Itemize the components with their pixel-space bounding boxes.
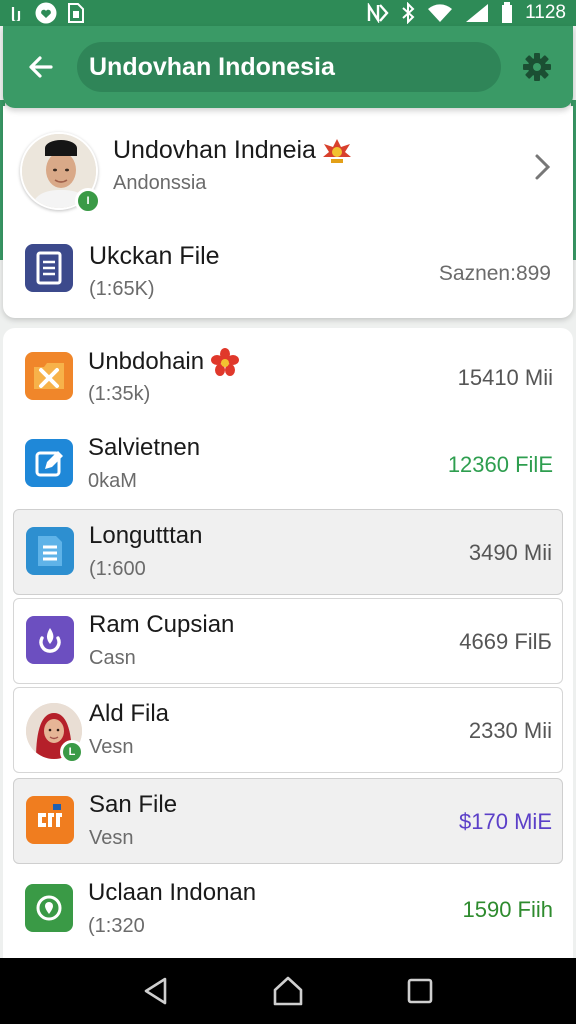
item-subtitle: (1:600 [89, 558, 146, 580]
list-item[interactable]: Longutttan (1:600 3490 Mii [13, 509, 563, 595]
item-title: Uclaan Indonan [88, 879, 257, 906]
settings-button[interactable] [517, 47, 557, 87]
list-doc-icon [26, 527, 74, 575]
page-title-text: Undovhan Indonesia [89, 52, 335, 81]
item-subtitle: (1:320 [88, 915, 145, 937]
list-item[interactable]: Uclaan Indonan (1:320 1590 Fiih [13, 867, 563, 953]
profile-name: Undovhan Indneia [113, 136, 352, 165]
home-nav-button[interactable] [264, 967, 312, 1015]
item-subtitle: Casn [89, 647, 136, 669]
back-nav-icon [144, 977, 167, 1005]
recents-nav-icon [407, 978, 433, 1004]
navigation-bar [0, 958, 576, 1024]
online-status-badge: L [60, 740, 84, 764]
home-nav-icon [273, 976, 303, 1006]
flame-icon [26, 616, 74, 664]
item-title: San File [89, 791, 178, 818]
battery-icon [501, 2, 513, 24]
clock: 1128 [525, 2, 566, 23]
back-nav-button[interactable] [132, 967, 180, 1015]
file-list: Unbdohain (1:35k) 15410 Mii Salvietnen 0… [3, 328, 573, 958]
signal-icon [465, 3, 489, 23]
list-item[interactable]: San File Vesn $170 MiE [13, 778, 563, 864]
code-file-icon [26, 796, 74, 844]
profile-row[interactable]: I Undovhan Indneia Andonssia [3, 126, 573, 226]
item-subtitle: 0kaM [88, 470, 137, 492]
item-value: 12360 FilE [447, 452, 553, 477]
list-item[interactable]: L Ald Fila Vesn 2330 Mii [13, 687, 563, 773]
item-value: $170 MiE [459, 809, 552, 834]
page-title[interactable]: Undovhan Indonesia [77, 42, 501, 92]
pinned-file-row[interactable]: Ukckan File (1:65K) Saznen:899 [3, 234, 573, 314]
edit-icon [25, 439, 73, 487]
item-title: Ram Cupsian [89, 611, 235, 638]
profile-subtitle: Andonssia [113, 172, 207, 194]
item-title: Salvietnen [88, 434, 201, 461]
location-icon [25, 884, 73, 932]
item-value: 4669 FilБ [459, 629, 552, 654]
item-value: 3490 Mii [468, 540, 552, 565]
app-bar: Undovhan Indonesia [3, 26, 573, 108]
list-item[interactable]: Ram Cupsian Casn 4669 FilБ [13, 598, 563, 684]
bluetooth-icon [401, 2, 415, 24]
item-subtitle: Vesn [89, 736, 134, 758]
notification-icon [10, 5, 24, 21]
item-title: Ald Fila [89, 700, 170, 727]
sim-icon [68, 3, 84, 23]
tools-folder-icon [25, 352, 73, 400]
pinned-file-subtitle: (1:65K) [89, 278, 155, 300]
list-item[interactable]: Unbdohain (1:35k) 15410 Mii [13, 335, 563, 421]
heart-icon [34, 2, 58, 24]
item-title: Unbdohain [88, 347, 240, 377]
item-title: Longutttan [89, 522, 203, 549]
back-button[interactable] [19, 45, 63, 89]
emblem-icon [322, 138, 351, 163]
profile-name-text: Undovhan Indneia [113, 136, 316, 164]
pinned-file-title: Ukckan File [89, 242, 220, 270]
list-item[interactable]: Salvietnen 0kaM 12360 FilE [13, 422, 563, 508]
item-subtitle: Vesn [89, 827, 134, 849]
document-icon [25, 244, 73, 292]
arrow-back-icon [29, 56, 53, 78]
online-status-badge: I [75, 188, 101, 214]
nfc-icon [367, 3, 389, 23]
item-value: 15410 Mii [457, 365, 553, 390]
item-subtitle: (1:35k) [88, 383, 151, 405]
item-title-text: Unbdohain [88, 348, 205, 375]
pinned-file-value: Saznen:899 [438, 262, 551, 285]
status-bar: 1128 [0, 0, 576, 26]
recents-nav-button[interactable] [396, 967, 444, 1015]
item-value: 1590 Fiih [462, 897, 553, 922]
item-value: 2330 Mii [468, 718, 552, 743]
gear-icon [523, 53, 551, 81]
profile-card: I Undovhan Indneia Andonssia Ukckan File… [3, 106, 573, 318]
wifi-icon [427, 3, 453, 23]
flower-icon [211, 348, 240, 376]
chevron-right-icon[interactable] [531, 152, 555, 182]
